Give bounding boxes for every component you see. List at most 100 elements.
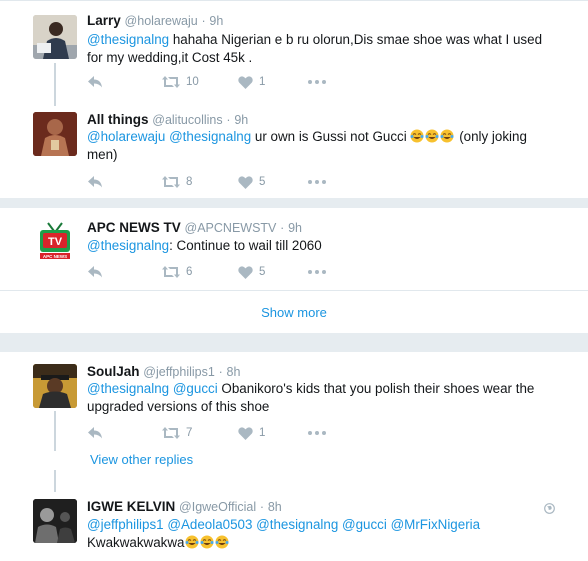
avatar[interactable] (33, 499, 77, 543)
tweet-header: IGWE KELVIN @IgweOfficial · 8h (87, 499, 282, 514)
mention-link[interactable]: @thesignalng (169, 129, 251, 144)
retweet-icon (162, 76, 180, 88)
view-other-replies-link[interactable]: View other replies (90, 452, 193, 467)
avatar[interactable] (33, 112, 77, 156)
timestamp[interactable]: 8h (268, 500, 282, 514)
heart-icon (238, 75, 253, 89)
display-name[interactable]: IGWE KELVIN (87, 499, 175, 514)
retweet-button[interactable]: 7 (162, 423, 192, 443)
retweet-count: 10 (186, 76, 199, 88)
separator-dot: · (226, 113, 231, 127)
svg-text:APC NEWS: APC NEWS (43, 254, 67, 259)
mention-link[interactable]: @thesignalng (87, 238, 169, 253)
heart-icon (238, 265, 253, 279)
avatar-photo (33, 112, 77, 156)
mention-link[interactable]: @thesignalng (256, 517, 338, 532)
like-button[interactable]: 1 (238, 423, 265, 443)
tweet-apc-news-tv[interactable]: TV APC NEWS APC NEWS TV @APCNEWSTV · 9h … (0, 208, 588, 290)
more-button[interactable] (308, 172, 326, 192)
display-name[interactable]: SoulJah (87, 364, 140, 379)
mention-link[interactable]: @gucci (342, 517, 387, 532)
retweet-icon (162, 266, 180, 278)
mention-link[interactable]: @MrFixNigeria (391, 517, 480, 532)
separator-dot: · (259, 500, 265, 514)
mention-link[interactable]: @jeffphilips1 (87, 517, 164, 532)
username[interactable]: @APCNEWSTV (185, 221, 277, 235)
show-more-row[interactable]: Show more (0, 291, 588, 333)
tweet-text-content: ur own is Gussi not Gucci (251, 129, 407, 144)
retweet-count: 6 (186, 266, 193, 278)
avatar[interactable] (33, 364, 77, 408)
tweet-header: All things @alitucollins · 9h (87, 112, 248, 127)
mention-link[interactable]: @holarewaju (87, 129, 165, 144)
display-name[interactable]: All things (87, 112, 149, 127)
more-button[interactable] (308, 262, 326, 282)
reply-icon (88, 266, 102, 278)
separator-dot: · (280, 221, 285, 235)
tears-of-joy-emoji (185, 535, 230, 550)
username[interactable]: @alitucollins (152, 113, 222, 127)
tweet-igwe-kelvin[interactable]: IGWE KELVIN @IgweOfficial · 8h @jeffphil… (0, 490, 588, 561)
avatar[interactable]: TV APC NEWS (33, 220, 77, 264)
retweet-button[interactable]: 6 (162, 262, 192, 282)
avatar-photo (33, 364, 77, 408)
like-count: 5 (259, 176, 266, 188)
tweet-header: APC NEWS TV @APCNEWSTV · 9h (87, 220, 302, 235)
timestamp[interactable]: 9h (209, 14, 223, 28)
retweet-count: 8 (186, 176, 193, 188)
retweet-button[interactable]: 8 (162, 172, 192, 192)
tv-logo-icon: TV APC NEWS (33, 220, 77, 264)
svg-text:TV: TV (48, 236, 63, 248)
reply-icon (88, 176, 102, 188)
tweet-header: Larry @holarewaju · 9h (87, 13, 223, 28)
tweet-souljah[interactable]: SoulJah @jeffphilips1 · 8h @thesignalng … (0, 352, 588, 448)
mention-link[interactable]: @Adeola0503 (167, 517, 252, 532)
tweet-header: SoulJah @jeffphilips1 · 8h (87, 364, 240, 379)
more-button[interactable] (308, 423, 326, 443)
heart-icon (238, 426, 253, 440)
reply-button[interactable] (87, 262, 103, 282)
show-more-link[interactable]: Show more (0, 305, 588, 320)
timestamp[interactable]: 9h (234, 113, 248, 127)
like-button[interactable]: 1 (238, 72, 265, 92)
tweet-all-things[interactable]: All things @alitucollins · 9h @holarewaj… (0, 100, 588, 198)
more-icon (308, 431, 326, 435)
timestamp[interactable]: 9h (288, 221, 302, 235)
reply-button[interactable] (87, 172, 103, 192)
more-icon (308, 180, 326, 184)
avatar-photo (33, 499, 77, 543)
retweet-button[interactable]: 10 (162, 72, 199, 92)
tweet-text-content: Kwakwakwakwa (87, 535, 185, 550)
tweet-larry[interactable]: Larry @holarewaju · 9h @thesignalng haha… (0, 0, 588, 100)
separator-dot: · (201, 14, 206, 28)
reply-icon (88, 427, 102, 439)
tweet-text-content: : Continue to wail till 2060 (169, 238, 322, 253)
display-name[interactable]: Larry (87, 13, 121, 28)
like-count: 5 (259, 266, 266, 278)
mention-link[interactable]: @thesignalng (87, 381, 169, 396)
tears-of-joy-emoji (410, 129, 455, 144)
more-icon (308, 80, 326, 84)
thread-line (54, 470, 56, 492)
like-count: 1 (259, 76, 266, 88)
retweet-icon (162, 427, 180, 439)
like-button[interactable]: 5 (238, 172, 265, 192)
tweet-actions: 8 5 (87, 172, 387, 192)
conversation-separator (0, 198, 588, 208)
username[interactable]: @holarewaju (125, 14, 198, 28)
reply-button[interactable] (87, 72, 103, 92)
tweet-text: @jeffphilips1 @Adeola0503 @thesignalng @… (87, 516, 507, 552)
reply-button[interactable] (87, 423, 103, 443)
avatar[interactable] (33, 15, 77, 59)
mention-link[interactable]: @thesignalng (87, 32, 169, 47)
timestamp[interactable]: 8h (227, 365, 241, 379)
more-button[interactable] (308, 72, 326, 92)
like-button[interactable]: 5 (238, 262, 265, 282)
separator-dot: · (218, 365, 223, 379)
mention-link[interactable]: @gucci (173, 381, 218, 396)
reply-icon (88, 76, 102, 88)
username[interactable]: @IgweOfficial (179, 500, 256, 514)
username[interactable]: @jeffphilips1 (143, 365, 215, 379)
globe-icon[interactable] (544, 501, 555, 517)
display-name[interactable]: APC NEWS TV (87, 220, 181, 235)
